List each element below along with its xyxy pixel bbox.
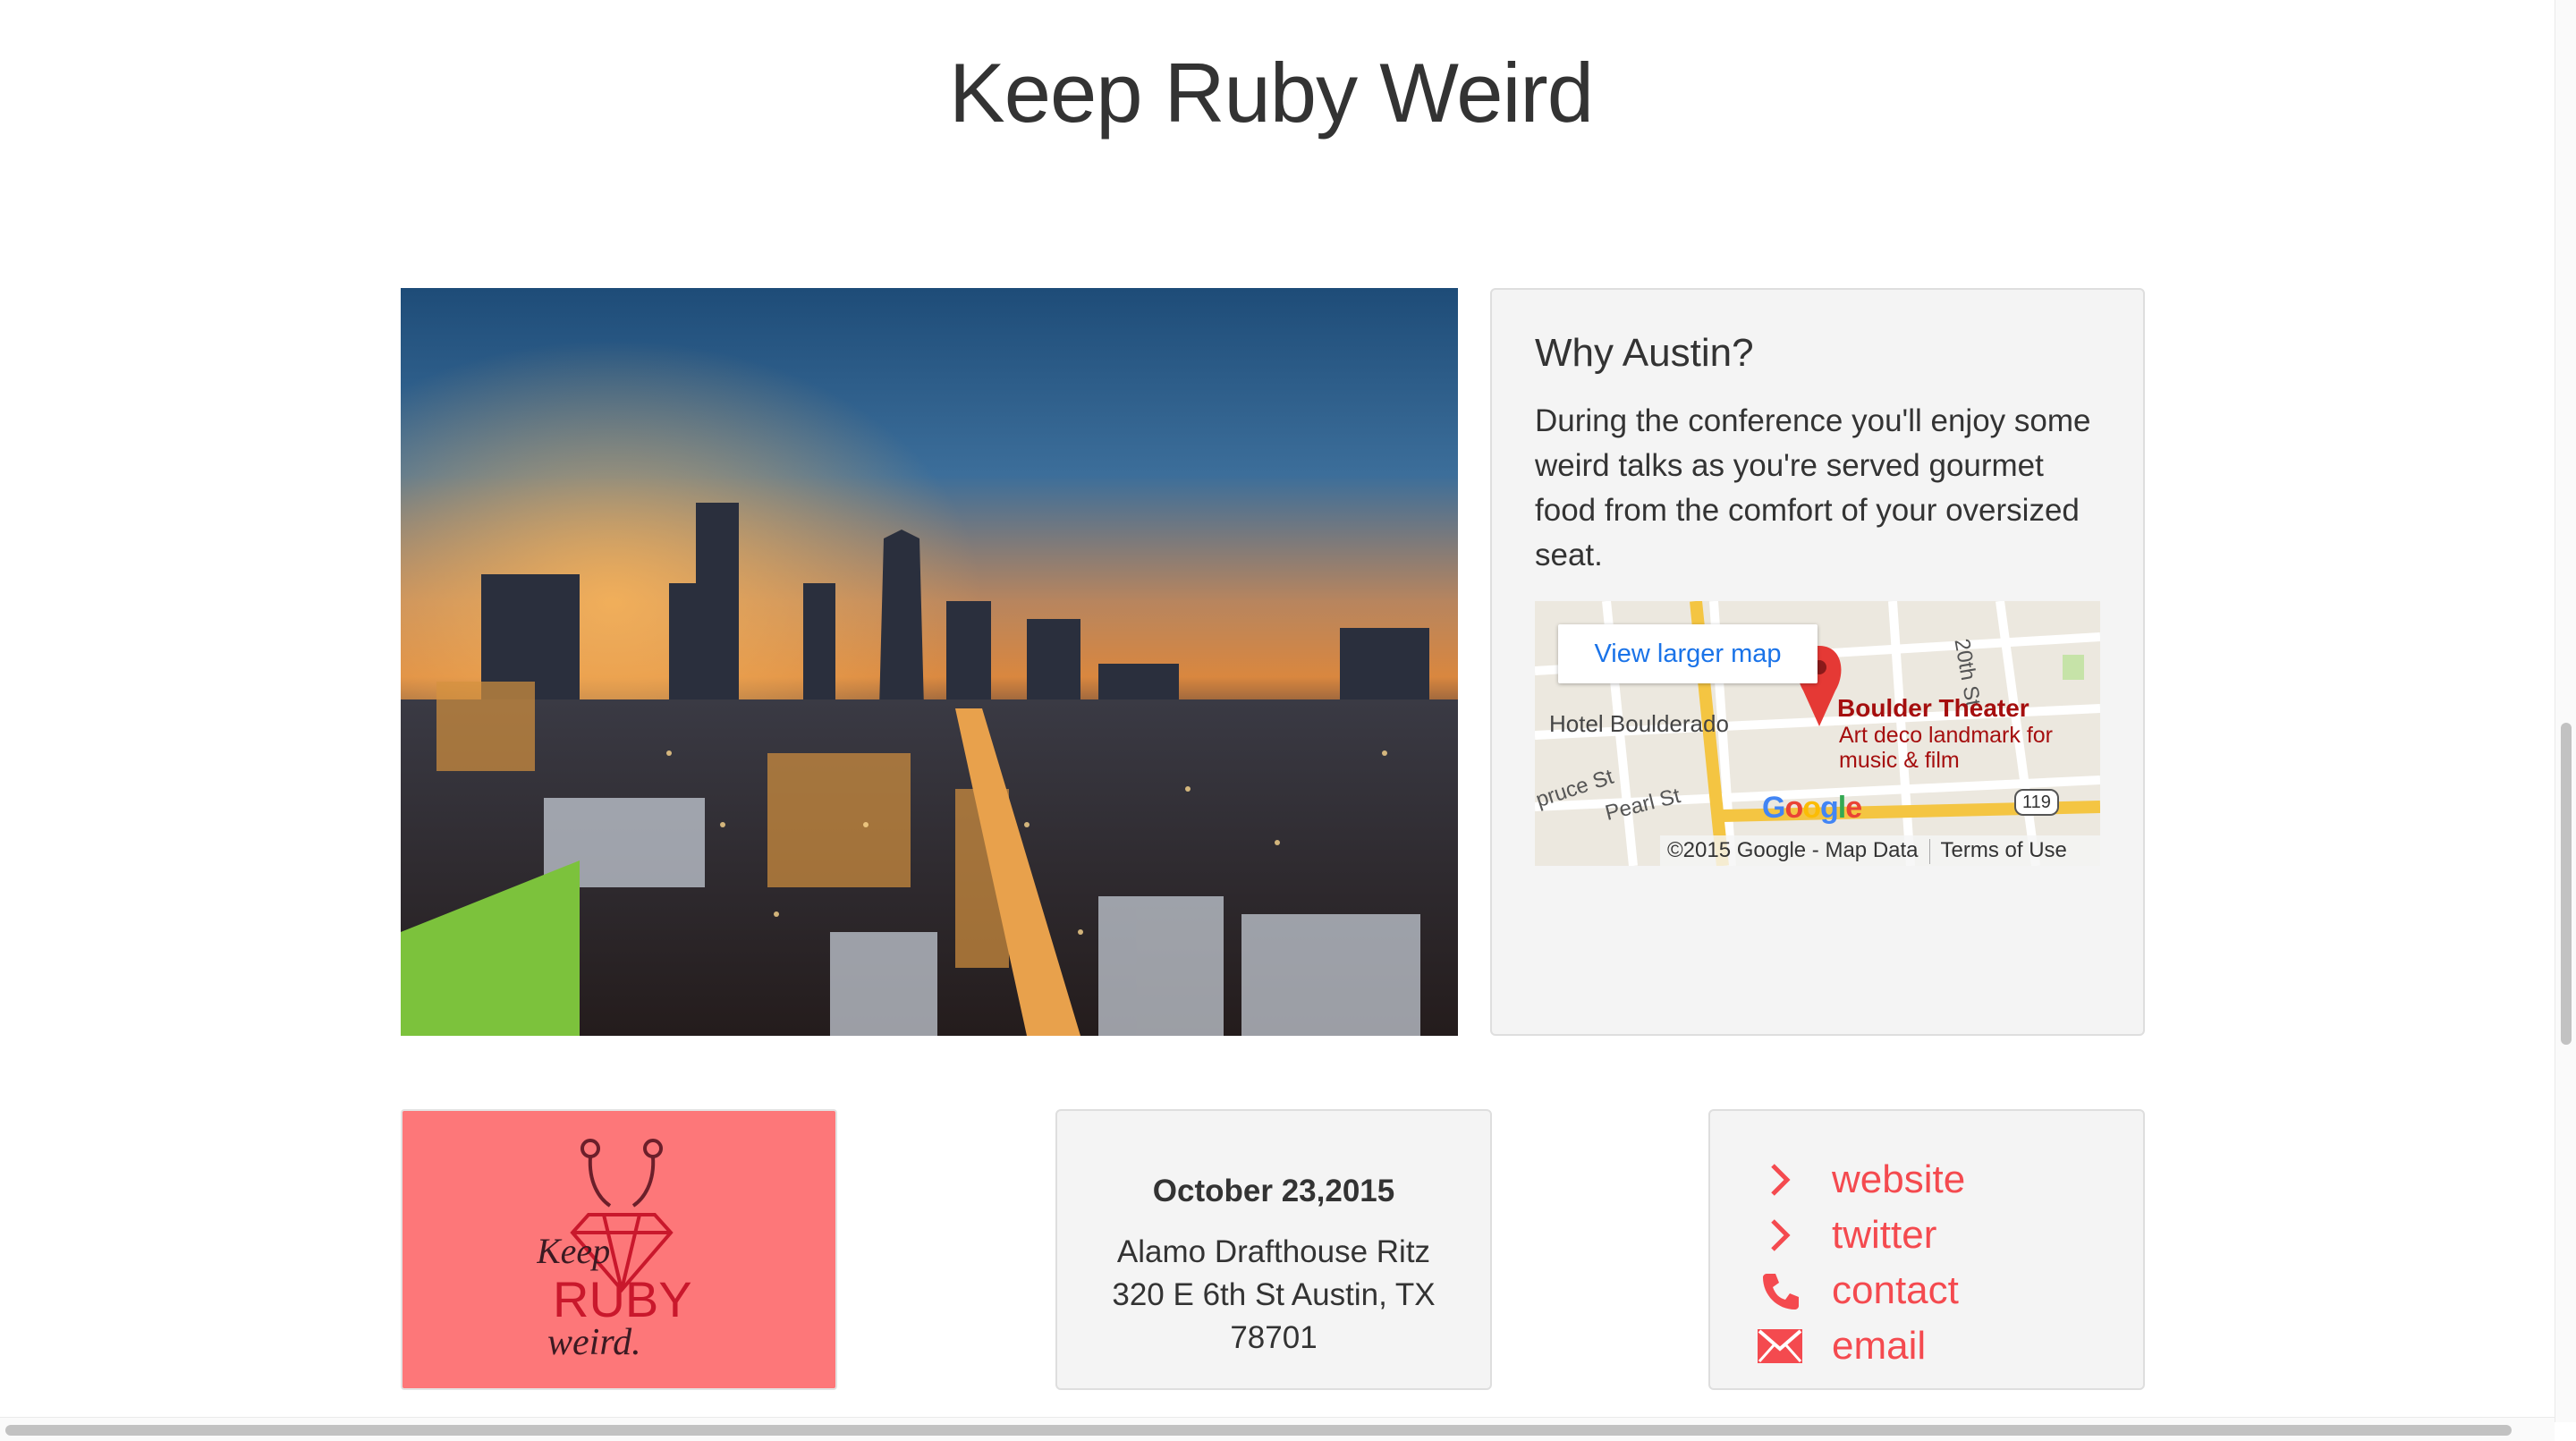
keep-ruby-weird-logo: Keep RUBY weird. bbox=[537, 1139, 692, 1363]
event-venue: Alamo Drafthouse Ritz 320 E 6th St Austi… bbox=[1057, 1231, 1490, 1360]
keep-ruby-weird-logo-card: Keep RUBY weird. bbox=[401, 1109, 837, 1390]
why-austin-title: Why Austin? bbox=[1535, 331, 1754, 375]
links-panel: website twitter contact email bbox=[1708, 1109, 2145, 1390]
map-footer: ©2015 Google - Map Data Terms of Use bbox=[1660, 835, 2100, 866]
map-venue-description: Art deco landmark for music & film bbox=[1839, 723, 2053, 773]
vertical-scrollbar[interactable] bbox=[2555, 0, 2576, 1422]
why-austin-text: During the conference you'll enjoy some … bbox=[1535, 403, 2091, 572]
contact-link-label: contact bbox=[1832, 1268, 1959, 1312]
route-shield: 119 bbox=[2014, 789, 2059, 816]
map-terms-link[interactable]: Terms of Use bbox=[1941, 838, 2067, 862]
website-link-label: website bbox=[1832, 1157, 1966, 1201]
map-label-hotel: Hotel Boulderado bbox=[1549, 710, 1729, 737]
venue-line-3: 78701 bbox=[1230, 1320, 1318, 1355]
contact-link[interactable]: contact bbox=[1710, 1263, 2143, 1318]
twitter-link-label: twitter bbox=[1832, 1213, 1937, 1257]
horizontal-scrollbar[interactable] bbox=[0, 1417, 2555, 1441]
envelope-icon bbox=[1755, 1323, 1805, 1369]
venue-map[interactable]: View larger map Hotel Boulderado pruce S… bbox=[1535, 601, 2100, 866]
why-austin-panel: Why Austin? During the conference you'll… bbox=[1490, 288, 2145, 1036]
venue-line-2: 320 E 6th St Austin, TX bbox=[1112, 1277, 1436, 1312]
google-logo: Google bbox=[1762, 791, 1862, 825]
svg-text:weird.: weird. bbox=[547, 1322, 641, 1363]
phone-icon bbox=[1755, 1267, 1805, 1314]
vertical-scrollbar-thumb[interactable] bbox=[2561, 723, 2572, 1045]
email-link-label: email bbox=[1832, 1324, 1927, 1368]
chevron-right-icon bbox=[1755, 1212, 1805, 1259]
map-venue-name: Boulder Theater bbox=[1837, 694, 2029, 722]
chevron-right-icon bbox=[1755, 1157, 1805, 1203]
venue-line-1: Alamo Drafthouse Ritz bbox=[1116, 1234, 1431, 1269]
map-copyright: ©2015 Google - Map Data bbox=[1667, 838, 1919, 862]
event-date: October 23,2015 bbox=[1152, 1174, 1395, 1208]
view-larger-map-button[interactable]: View larger map bbox=[1558, 624, 1818, 683]
svg-text:Keep: Keep bbox=[537, 1231, 610, 1271]
event-details-panel: October 23,2015 Alamo Drafthouse Ritz 32… bbox=[1055, 1109, 1492, 1390]
austin-skyline-photo bbox=[401, 288, 1458, 1036]
website-link[interactable]: website bbox=[1710, 1152, 2143, 1208]
page-title: Keep Ruby Weird bbox=[949, 46, 1594, 140]
horizontal-scrollbar-thumb[interactable] bbox=[5, 1425, 2512, 1436]
twitter-link[interactable]: twitter bbox=[1710, 1208, 2143, 1263]
svg-text:RUBY: RUBY bbox=[553, 1271, 692, 1327]
email-link[interactable]: email bbox=[1710, 1318, 2143, 1374]
